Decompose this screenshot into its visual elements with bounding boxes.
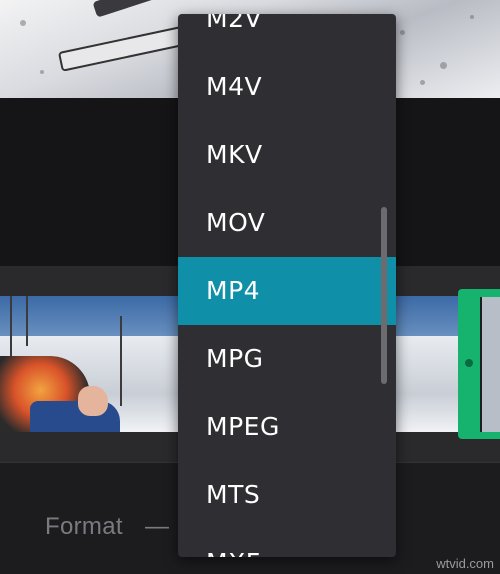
video-editor: Format — M2V M4V MKV MOV MP4 MPG MPEG MT… [0, 0, 500, 574]
format-option-m4v[interactable]: M4V [178, 53, 396, 121]
watermark-text: wtvid.com [436, 556, 494, 571]
format-option-mp4[interactable]: MP4 [178, 257, 396, 325]
dropdown-scrollbar[interactable] [381, 207, 387, 384]
format-option-mkv[interactable]: MKV [178, 121, 396, 189]
trim-frame-preview [480, 297, 500, 432]
format-label: Format [45, 513, 123, 540]
format-option-mpg[interactable]: MPG [178, 325, 396, 393]
skier-hand-graphic [78, 386, 108, 416]
trim-grip-dot [465, 359, 473, 367]
format-option-m2v[interactable]: M2V [178, 14, 396, 53]
format-separator: — [145, 513, 169, 540]
format-option-mxf[interactable]: MXF [178, 529, 396, 557]
format-options-list: M2V M4V MKV MOV MP4 MPG MPEG MTS MXF [178, 14, 396, 557]
format-dropdown-menu[interactable]: M2V M4V MKV MOV MP4 MPG MPEG MTS MXF [178, 14, 396, 557]
format-option-mov[interactable]: MOV [178, 189, 396, 257]
format-option-mts[interactable]: MTS [178, 461, 396, 529]
format-option-mpeg[interactable]: MPEG [178, 393, 396, 461]
